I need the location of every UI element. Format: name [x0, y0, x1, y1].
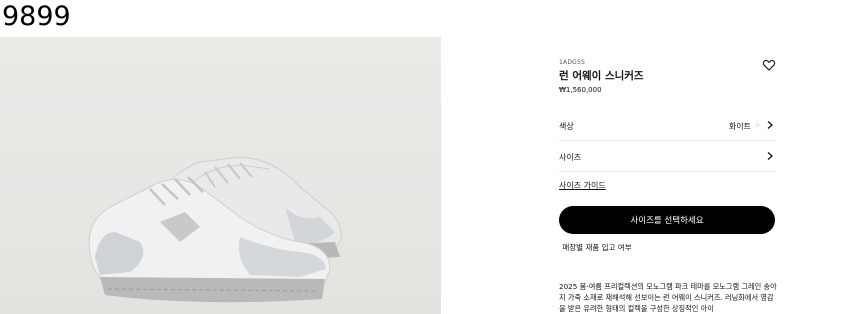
store-stock-link-wrapper: 매장별 재품 입고 여부	[0, 242, 860, 253]
product-image[interactable]	[0, 37, 441, 314]
size-label: 사이즈	[559, 153, 582, 162]
chevron-right-icon	[767, 121, 773, 129]
size-selector[interactable]: 사이즈	[559, 141, 775, 172]
color-label: 색상	[559, 122, 574, 131]
heart-icon	[762, 59, 776, 71]
size-guide-link[interactable]: 사이즈 가이드	[559, 180, 606, 191]
color-dots-icon: ⁘	[754, 121, 761, 130]
store-stock-link[interactable]: 매장별 재품 입고 여부	[562, 242, 631, 253]
color-value: 화이트	[728, 122, 751, 131]
select-size-button[interactable]: 사이즈를 선택하세요	[559, 206, 775, 234]
sneakers-illustration	[88, 156, 342, 303]
product-sku: 1ADG5S	[559, 59, 586, 66]
page-label: 9899	[2, 1, 71, 32]
product-title: 런 어웨이 스니커즈	[559, 70, 644, 82]
color-selector[interactable]: 색상 화이트 ⁘	[559, 110, 775, 141]
product-price: ₩1,560,000	[559, 86, 602, 94]
wishlist-button[interactable]	[762, 57, 776, 71]
chevron-right-icon	[767, 152, 773, 160]
product-description: 2025 봄-여름 프리컬렉션의 모노그램 파크 테마를 모노그램 그레인 송아…	[559, 282, 777, 313]
